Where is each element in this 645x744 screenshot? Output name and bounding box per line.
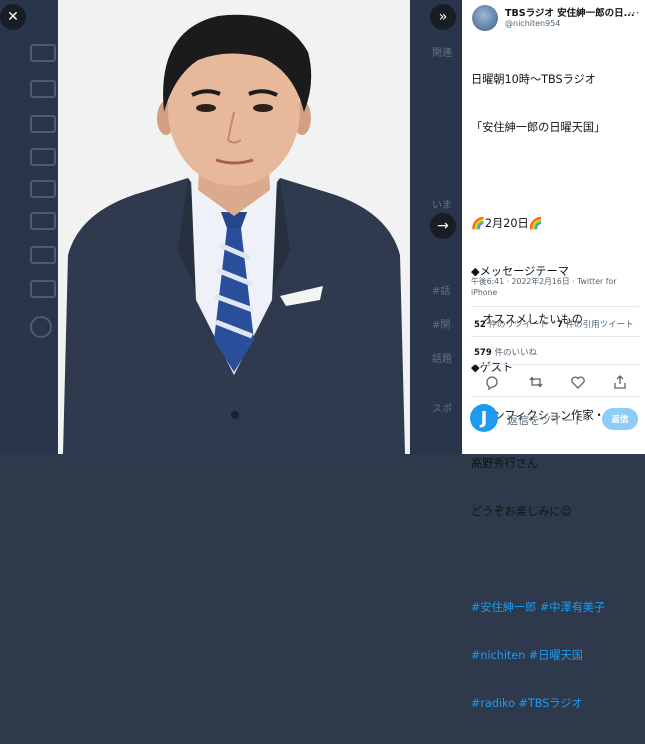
divider (471, 396, 639, 397)
divider (471, 336, 639, 337)
backdrop-text: #話 (432, 286, 451, 297)
reply-icon[interactable] (484, 374, 500, 390)
notifications-icon (30, 115, 56, 133)
backdrop-text: 話題 (432, 354, 452, 365)
tweet-timestamp[interactable]: 午後6:41 · 2022年2月16日 · Twitter for iPhone (471, 276, 641, 298)
author-name[interactable]: TBSラジオ 安住紳一郎の日... (505, 5, 635, 19)
hashtag-icon (30, 80, 56, 98)
backdrop-text: いま (432, 200, 452, 211)
tweet-line: 高野秀行さん (471, 457, 539, 470)
author-handle[interactable]: @nichiten954 (505, 19, 560, 28)
hashtag-line[interactable]: #radiko #TBSラジオ (471, 696, 641, 712)
share-icon[interactable] (612, 374, 628, 390)
hashtag-line[interactable]: #nichiten #日曜天国 (471, 648, 641, 664)
bookmarks-icon (30, 180, 56, 198)
toggle-panel-button[interactable]: » (430, 4, 456, 30)
tweet-line (471, 552, 641, 568)
tweet-line: 🌈2月20日🌈 (471, 217, 543, 230)
tweet-detail-pane: TBSラジオ 安住紳一郎の日... @nichiten954 ··· 日曜朝10… (462, 0, 645, 710)
backdrop-text: #関 (432, 320, 451, 331)
tweet-line: どうぞお楽しみに😌 (471, 505, 573, 518)
like-count-label: 件のいいね (494, 348, 537, 358)
retweet-count-value: 52 (474, 320, 486, 330)
divider (471, 306, 639, 307)
author-avatar[interactable] (472, 5, 498, 31)
quote-count[interactable]: 7 件の引用ツイート (557, 318, 634, 330)
lists-icon (30, 212, 56, 230)
tweet-text: 日曜朝10時～TBSラジオ 「安住紳一郎の日曜天国」 🌈2月20日🌈 ◆メッセー… (471, 40, 641, 744)
like-icon[interactable] (570, 374, 586, 390)
tweet-line: 「安住紳一郎の日曜天国」 (471, 121, 606, 134)
hashtag-line[interactable]: #安住紳一郎 #中澤有美子 (471, 600, 641, 616)
double-chevron-right-icon: » (438, 9, 448, 25)
profile-icon (30, 246, 56, 264)
quote-count-label: 件の引用ツイート (565, 320, 634, 330)
home-icon (30, 44, 56, 62)
more-options-icon[interactable]: ··· (628, 6, 639, 20)
like-count-value: 579 (474, 348, 492, 358)
quote-count-value: 7 (557, 320, 563, 330)
close-button[interactable]: ✕ (0, 4, 26, 30)
retweet-count[interactable]: 52 件のリツイート (474, 318, 548, 330)
backdrop-text: スポ (432, 404, 452, 415)
close-icon: ✕ (7, 9, 19, 25)
tweet-photo (58, 0, 410, 454)
tweet-compose-icon (30, 316, 52, 338)
next-image-button[interactable]: → (430, 213, 456, 239)
like-count[interactable]: 579 件のいいね (474, 346, 537, 358)
user-avatar: J (470, 404, 498, 432)
divider (471, 364, 639, 365)
backdrop-text: 関連 (432, 48, 452, 59)
tweet-line: 日曜朝10時～TBSラジオ (471, 73, 596, 86)
reply-input[interactable]: 返信をツイート (507, 412, 584, 428)
retweet-count-label: 件のリツイート (488, 320, 549, 330)
arrow-right-icon: → (437, 218, 449, 234)
tweet-line (471, 168, 641, 184)
messages-icon (30, 148, 56, 166)
retweet-icon[interactable] (528, 374, 544, 390)
more-icon (30, 280, 56, 298)
reply-button[interactable]: 返信 (602, 408, 638, 430)
